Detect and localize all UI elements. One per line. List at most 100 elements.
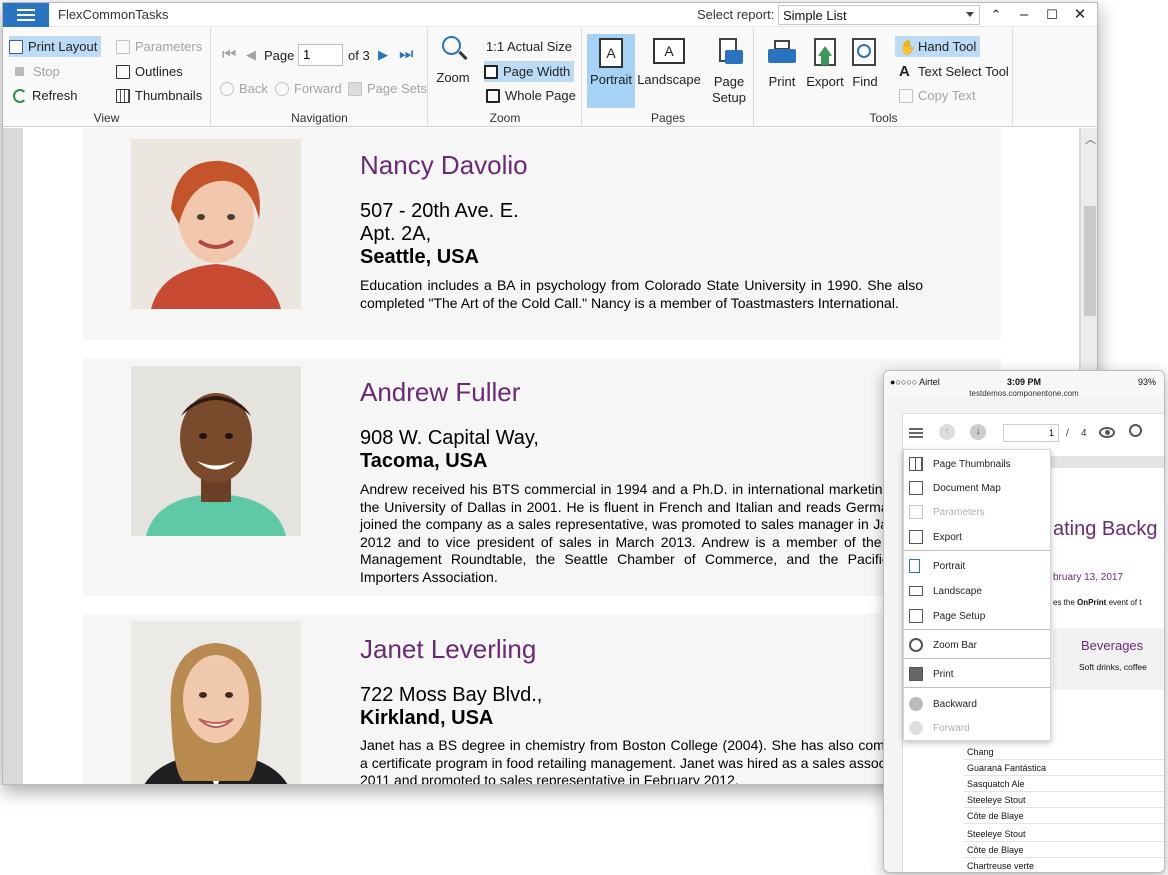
page-sets-icon	[348, 81, 362, 96]
doc-description: es the OnPrint event of t	[1053, 598, 1142, 607]
product-row: Chang	[964, 744, 1164, 760]
hamburger-menu-icon[interactable]	[909, 428, 923, 438]
parameters-button[interactable]: Parameters	[116, 36, 202, 57]
maximize-button[interactable]: ☐	[1039, 5, 1065, 25]
tools-group: Print Export Find ✋ Hand Tool A Text Sel…	[755, 28, 1013, 127]
forward-label: Forward	[294, 81, 342, 96]
parameters-icon	[116, 39, 130, 54]
eye-icon[interactable]	[1099, 427, 1115, 438]
collapse-ribbon-button[interactable]: ⌃	[983, 5, 1009, 25]
close-button[interactable]: ✕	[1067, 5, 1093, 25]
scrollbar-thumb[interactable]	[1084, 206, 1096, 316]
refresh-button[interactable]: Refresh	[13, 85, 78, 106]
zoom-group-label: Zoom	[489, 111, 521, 125]
menu-item-document-map[interactable]: Document Map	[904, 476, 1050, 500]
thumbnails-label: Thumbnails	[135, 88, 203, 103]
first-page-icon[interactable]: ⏮	[222, 44, 236, 65]
battery-label: 93%	[1137, 377, 1156, 387]
arrow-up-icon[interactable]: ↑	[939, 424, 955, 440]
menu-item-zoom-bar[interactable]: Zoom Bar	[904, 633, 1050, 657]
menu-item-label: Print	[933, 668, 954, 680]
page-width-label: Page Width	[503, 64, 571, 79]
employee-city: Seattle, USA	[360, 246, 479, 268]
outlines-button[interactable]: Outlines	[116, 61, 183, 82]
menu-item-parameters[interactable]: Parameters	[904, 500, 1050, 524]
employee-name: Janet Leverling	[360, 634, 537, 664]
menu-item-page-thumbnails[interactable]: Page Thumbnails	[904, 452, 1050, 476]
doc-text: es the	[1053, 598, 1078, 607]
copy-text-button[interactable]: Copy Text	[899, 85, 976, 106]
print-layout-icon	[9, 39, 23, 54]
back-button[interactable]: Back	[220, 78, 268, 99]
page-setup-label-line1: Page	[713, 74, 745, 89]
scroll-up-icon[interactable]: ︿	[1085, 131, 1096, 147]
stop-label: Stop	[33, 64, 60, 79]
menu-separator	[904, 658, 1050, 659]
product-row: Sasquatch Ale	[964, 776, 1164, 792]
address-line: 507 - 20th Ave. E.	[360, 200, 519, 222]
zoom-button[interactable]: Zoom	[433, 34, 473, 86]
stop-button[interactable]: Stop	[13, 61, 60, 82]
page-setup-button[interactable]: Page Setup	[707, 38, 751, 106]
actual-size-button[interactable]: 1:1 Actual Size	[486, 36, 572, 57]
arrow-down-icon[interactable]: ↓	[970, 424, 986, 440]
menu-item-export[interactable]: Export	[904, 525, 1050, 549]
menu-item-page-setup[interactable]: Page Setup	[904, 604, 1050, 628]
employee-name: Andrew Fuller	[360, 377, 521, 407]
whole-page-button[interactable]: Whole Page	[486, 85, 576, 106]
print-button[interactable]: Print	[763, 38, 801, 90]
forward-arrow-icon	[275, 81, 289, 96]
outlines-label: Outlines	[135, 64, 183, 79]
document-map-icon	[909, 481, 923, 495]
hand-tool-button[interactable]: ✋ Hand Tool	[895, 36, 981, 57]
search-icon[interactable]	[1129, 424, 1142, 437]
title-bar: FlexCommonTasks Select report: Simple Li…	[3, 3, 1097, 27]
select-report-dropdown[interactable]: Simple List	[778, 5, 980, 25]
thumbnails-button[interactable]: Thumbnails	[116, 85, 202, 106]
select-report-label: Select report:	[697, 7, 775, 22]
product-row: Guaraná Fantástica	[964, 760, 1164, 776]
pages-group-label: Pages	[650, 111, 686, 125]
printer-icon	[909, 667, 923, 681]
page-width-button[interactable]: Page Width	[484, 61, 575, 82]
menu-item-forward[interactable]: Forward	[904, 716, 1050, 740]
page-sets-button[interactable]: Page Sets	[348, 78, 427, 99]
menu-item-label: Parameters	[933, 506, 985, 518]
previous-page-icon[interactable]: ◀	[246, 44, 256, 65]
outlines-icon	[116, 64, 130, 79]
menu-item-landscape[interactable]: Landscape	[904, 579, 1050, 603]
menu-separator	[904, 629, 1050, 630]
page-number-input[interactable]: 1	[298, 44, 343, 66]
employee-address: 507 - 20th Ave. E. Apt. 2A, Seattle, USA	[360, 200, 519, 269]
whole-page-icon	[486, 88, 500, 103]
menu-item-backward[interactable]: Backward	[904, 692, 1050, 716]
find-button[interactable]: Find	[847, 38, 883, 90]
forward-button[interactable]: Forward	[275, 78, 342, 99]
employee-photo	[131, 366, 301, 536]
phone-page-input[interactable]: 1	[1003, 424, 1059, 442]
back-arrow-icon	[220, 81, 234, 96]
print-layout-button[interactable]: Print Layout	[9, 36, 102, 57]
window-title: FlexCommonTasks	[58, 7, 169, 22]
last-page-icon[interactable]: ⏭	[399, 44, 413, 65]
menu-separator	[904, 550, 1050, 551]
employee-photo-image	[131, 139, 301, 309]
phone-page-total: 4	[1081, 428, 1087, 439]
portrait-button[interactable]: A Portrait	[587, 34, 635, 108]
text-select-tool-button[interactable]: A Text Select Tool	[899, 61, 1009, 82]
next-page-icon[interactable]: ▶	[378, 44, 388, 65]
address-line: 908 W. Capital Way,	[360, 427, 539, 449]
landscape-button[interactable]: A Landscape	[637, 38, 701, 88]
minimize-button[interactable]: –	[1011, 5, 1037, 25]
page-setup-icon	[713, 38, 745, 70]
product-row: Steeleye Stout	[964, 826, 1164, 842]
export-button[interactable]: Export	[805, 38, 845, 90]
app-menu-icon[interactable]	[3, 3, 49, 27]
menu-item-portrait[interactable]: Portrait	[904, 554, 1050, 578]
find-label: Find	[852, 74, 878, 89]
menu-item-label: Backward	[933, 698, 977, 710]
page-width-icon	[484, 64, 498, 79]
menu-item-print[interactable]: Print	[904, 662, 1050, 686]
view-group-label: View	[93, 111, 120, 125]
menu-item-label: Forward	[933, 722, 970, 734]
